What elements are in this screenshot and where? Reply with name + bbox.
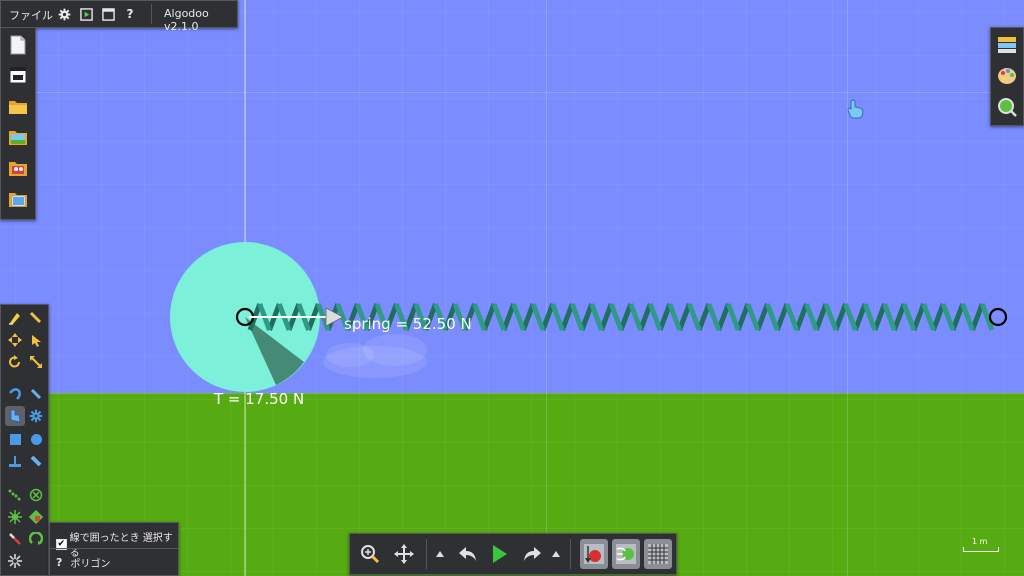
drag-tool-icon[interactable] [26,330,46,350]
scale-bar [963,547,999,552]
gear-icon[interactable] [55,5,73,23]
cut-tool-icon[interactable] [26,451,46,471]
zoom-icon[interactable] [356,540,384,568]
separator [50,548,178,549]
air-friction-icon[interactable] [612,539,640,569]
separator [426,539,427,569]
window-icon[interactable] [99,5,117,23]
redo-menu-arrow-icon[interactable] [550,547,562,561]
separator [570,539,571,569]
image-folder-icon[interactable] [6,187,30,211]
move-tool-icon[interactable] [5,330,25,350]
tension-label: T = 17.50 N [213,390,304,408]
top-menu-bar: ファイル ? Algodoo v2.1.0 [0,0,238,33]
grid-icon[interactable] [644,539,672,569]
palette-icon[interactable] [995,64,1019,88]
polygon-label: ポリゴン [70,559,111,570]
simulation-canvas[interactable]: spring = 52.50 N T = 17.50 N [0,0,1024,576]
axle-tool-icon[interactable] [26,485,46,505]
rope-tool-icon[interactable] [5,384,25,404]
polygon-tool-icon[interactable] [5,406,25,426]
tracer-tool-icon[interactable] [5,551,25,571]
scene-browser-icon[interactable] [6,125,30,149]
box-tool-icon[interactable] [5,429,25,449]
polygon-help-row[interactable]: ? ポリゴン [56,555,110,570]
help-icon[interactable]: ? [121,5,139,23]
brush-tool-icon[interactable] [26,308,46,328]
grid-major [0,0,1024,576]
rotate-tool-icon[interactable] [5,352,25,372]
fixate-tool-icon[interactable] [26,507,46,527]
pan-icon[interactable] [390,540,418,568]
undo-menu-arrow-icon[interactable] [434,547,446,561]
spring-tool-icon[interactable] [5,507,25,527]
right-panel [990,27,1024,126]
tool-panel [0,304,49,576]
chain-tool-icon[interactable] [5,485,25,505]
inspector-icon[interactable] [995,95,1019,119]
play-icon[interactable] [486,540,514,568]
app-title: Algodoo v2.1.0 [164,7,209,33]
phunlets-icon[interactable] [6,156,30,180]
spring-force-label: spring = 52.50 N [344,315,472,333]
open-folder-icon[interactable] [6,94,30,118]
file-menu[interactable]: ファイル [9,7,53,23]
gear-tool-icon[interactable] [26,406,46,426]
play-window-icon[interactable] [77,5,95,23]
undo-icon[interactable] [454,540,482,568]
layers-icon[interactable] [995,33,1019,57]
sketch-tool-icon[interactable] [5,308,25,328]
redo-icon[interactable] [518,540,546,568]
scale-tool-icon[interactable] [26,352,46,372]
laser-tool-icon[interactable] [5,529,25,549]
bottom-toolbar [349,533,677,575]
thruster-tool-icon[interactable] [26,529,46,549]
gravity-icon[interactable] [580,539,608,569]
knife-tool-icon[interactable] [26,384,46,404]
plane-tool-icon[interactable] [5,451,25,471]
tool-options-panel: ✔ 線で囲ったとき 選択する ? ポリゴン [49,522,179,576]
help-icon[interactable]: ? [56,556,62,569]
separator [151,4,152,24]
file-panel [0,27,36,220]
window-icon[interactable] [6,63,30,87]
circle-tool-icon[interactable] [26,429,46,449]
scale-label: 1 m [972,537,988,546]
new-scene-icon[interactable] [6,33,30,57]
